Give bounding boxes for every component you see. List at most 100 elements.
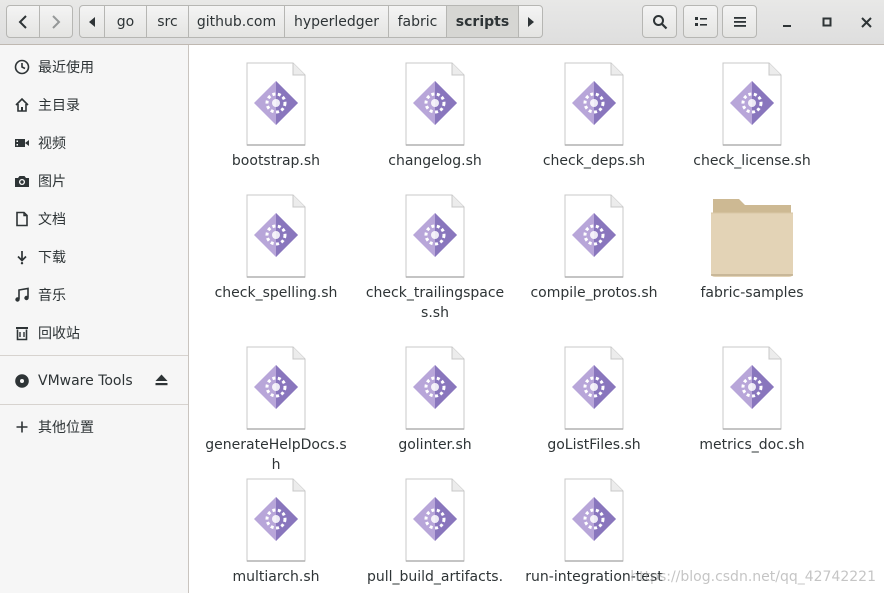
shell-script-icon <box>360 61 510 151</box>
close-icon <box>860 16 872 28</box>
file-item[interactable]: golinter.sh <box>360 345 510 455</box>
history-nav <box>6 5 73 38</box>
folder-icon <box>677 193 827 283</box>
sidebar-item-trash[interactable]: 回收站 <box>0 314 188 352</box>
shell-script-icon <box>677 61 827 151</box>
chevron-left-icon <box>18 14 27 29</box>
breadcrumb-fabric[interactable]: fabric <box>388 6 446 37</box>
eject-icon[interactable] <box>155 374 168 390</box>
file-item[interactable]: multiarch.sh <box>201 477 351 587</box>
file-name: pull_build_artifacts. <box>366 569 504 585</box>
sidebar-item-other-locations[interactable]: 其他位置 <box>0 408 188 446</box>
chevron-right-icon <box>52 14 61 29</box>
file-item[interactable]: generateHelpDocs.sh <box>201 345 351 475</box>
file-name: compile_protos.sh <box>530 285 658 301</box>
home-icon <box>13 96 31 114</box>
shell-script-icon <box>519 477 669 567</box>
file-item[interactable]: check_spelling.sh <box>201 193 351 303</box>
path-scroll-left-button[interactable] <box>80 6 104 37</box>
search-icon <box>652 14 667 29</box>
view-toggle-button[interactable] <box>683 5 718 38</box>
sidebar-item-label: 最近使用 <box>38 60 94 76</box>
plus-icon <box>13 418 31 436</box>
shell-script-icon <box>519 345 669 435</box>
sidebar-item-recent[interactable]: 最近使用 <box>0 48 188 86</box>
camera-icon <box>13 172 31 190</box>
sidebar-item-label: 主目录 <box>38 98 80 114</box>
folder-item[interactable]: fabric-samples <box>677 193 827 303</box>
file-item[interactable]: goListFiles.sh <box>519 345 669 455</box>
sidebar-item-label: 图片 <box>38 174 66 190</box>
hamburger-menu-icon <box>733 16 746 27</box>
file-name: changelog.sh <box>388 153 482 169</box>
forward-button[interactable] <box>39 6 72 37</box>
breadcrumb-hyperledger[interactable]: hyperledger <box>284 6 388 37</box>
minimize-icon <box>783 25 791 27</box>
shell-script-icon <box>519 193 669 283</box>
sidebar-item-label: 文档 <box>38 212 66 228</box>
sidebar-item-label: VMware Tools <box>38 373 133 389</box>
file-item[interactable]: check_license.sh <box>677 61 827 171</box>
maximize-button[interactable] <box>817 12 837 32</box>
sidebar-item-label: 下载 <box>38 250 66 266</box>
file-item[interactable]: check_trailingspaces.sh <box>360 193 510 323</box>
triangle-left-icon <box>89 16 95 27</box>
shell-script-icon <box>201 61 351 151</box>
breadcrumb-src[interactable]: src <box>146 6 188 37</box>
search-button[interactable] <box>642 5 677 38</box>
path-bar: go src github.com hyperledger fabric scr… <box>79 5 543 38</box>
file-name: check_spelling.sh <box>214 285 338 301</box>
sidebar: 最近使用 主目录 视频 图片 文档 下载 音乐 回收站 VMware Tools… <box>0 45 189 593</box>
header-bar: go src github.com hyperledger fabric scr… <box>0 0 884 45</box>
sidebar-item-label: 视频 <box>38 136 66 152</box>
shell-script-icon <box>677 345 827 435</box>
breadcrumb-scripts[interactable]: scripts <box>446 6 518 37</box>
file-item[interactable]: pull_build_artifacts. <box>360 477 510 587</box>
file-item[interactable]: check_deps.sh <box>519 61 669 171</box>
file-name: generateHelpDocs.sh <box>205 437 347 473</box>
file-name: golinter.sh <box>398 437 472 453</box>
shell-script-icon <box>519 61 669 151</box>
breadcrumb-github[interactable]: github.com <box>188 6 284 37</box>
file-name: goListFiles.sh <box>547 437 641 453</box>
file-name: fabric-samples <box>700 285 804 301</box>
back-button[interactable] <box>7 6 39 37</box>
sidebar-item-videos[interactable]: 视频 <box>0 124 188 162</box>
file-name: check_license.sh <box>693 153 811 169</box>
sidebar-item-label: 音乐 <box>38 288 66 304</box>
minimize-button[interactable] <box>777 12 797 32</box>
shell-script-icon <box>201 193 351 283</box>
sidebar-item-home[interactable]: 主目录 <box>0 86 188 124</box>
trash-icon <box>13 324 31 342</box>
music-icon <box>13 286 31 304</box>
sidebar-item-vmware-tools[interactable]: VMware Tools <box>0 362 188 400</box>
maximize-icon <box>822 17 832 27</box>
sidebar-separator <box>0 404 188 405</box>
file-item[interactable]: compile_protos.sh <box>519 193 669 303</box>
sidebar-item-downloads[interactable]: 下载 <box>0 238 188 276</box>
sidebar-item-documents[interactable]: 文档 <box>0 200 188 238</box>
sidebar-separator <box>0 355 188 356</box>
file-item[interactable]: metrics_doc.sh <box>677 345 827 455</box>
file-item[interactable]: bootstrap.sh <box>201 61 351 171</box>
video-icon <box>13 134 31 152</box>
path-scroll-right-button[interactable] <box>518 6 542 37</box>
clock-icon <box>13 58 31 76</box>
file-name: check_deps.sh <box>542 153 646 169</box>
sidebar-item-label: 其他位置 <box>38 420 94 436</box>
file-item[interactable]: changelog.sh <box>360 61 510 171</box>
shell-script-icon <box>360 477 510 567</box>
close-button[interactable] <box>856 12 876 32</box>
file-name: bootstrap.sh <box>231 153 321 169</box>
menu-button[interactable] <box>722 5 757 38</box>
breadcrumb-go[interactable]: go <box>104 6 146 37</box>
sidebar-item-pictures[interactable]: 图片 <box>0 162 188 200</box>
file-grid: bootstrap.sh changelog.sh check_deps.sh che… <box>189 45 884 593</box>
sidebar-item-music[interactable]: 音乐 <box>0 276 188 314</box>
list-view-icon <box>694 16 707 26</box>
download-icon <box>13 248 31 266</box>
file-name: multiarch.sh <box>232 569 320 585</box>
sidebar-item-label: 回收站 <box>38 326 80 342</box>
shell-script-icon <box>360 345 510 435</box>
file-name: metrics_doc.sh <box>699 437 805 453</box>
